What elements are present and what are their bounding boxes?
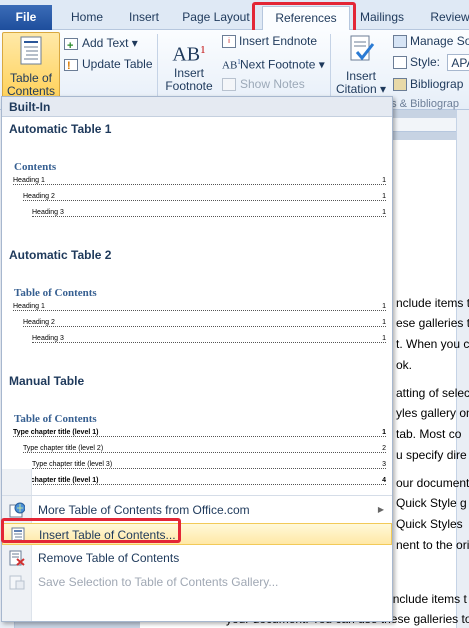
toc-preview-line: Type chapter title (level 1) 1 bbox=[13, 429, 386, 437]
next-footnote-icon: AB1 bbox=[222, 58, 241, 72]
doc-line: ese galleries to bbox=[396, 316, 469, 330]
doc-line: ok. bbox=[396, 358, 413, 372]
insert-citation-button[interactable]: Insert Citation ▾ bbox=[334, 34, 388, 96]
toc-preview-line: Type chapter title (level 3) 3 bbox=[32, 461, 386, 469]
show-notes-icon bbox=[222, 78, 236, 92]
toc-preview-line: Heading 21 bbox=[23, 319, 386, 327]
toc-preview-title: Table of Contents bbox=[14, 413, 97, 425]
style-label: Style: bbox=[410, 55, 441, 69]
remove-toc-item[interactable]: Remove Table of Contents bbox=[2, 547, 392, 569]
manage-sources-label: Manage So bbox=[410, 34, 469, 48]
built-in-header: Built-In bbox=[2, 97, 392, 117]
bibliography-icon bbox=[393, 78, 407, 92]
update-table-button[interactable]: ! Update Table bbox=[64, 54, 153, 74]
footnote-icon: AB1 bbox=[172, 43, 206, 66]
update-table-icon: ! bbox=[64, 58, 78, 72]
ribbon-tab-bar: File Home Insert Page Layout References … bbox=[0, 0, 469, 30]
insert-endnote-label: Insert Endnote bbox=[239, 34, 318, 48]
add-text-button[interactable]: + Add Text ▾ bbox=[64, 33, 138, 53]
toc-preview-line: Type chapter title (level 2) 2 bbox=[23, 445, 386, 453]
style-selector[interactable]: Style: APA bbox=[393, 52, 469, 72]
tab-references[interactable]: References bbox=[262, 6, 350, 30]
doc-line: u specify dire bbox=[396, 448, 467, 462]
submenu-arrow-icon: ▶ bbox=[377, 505, 384, 514]
menu-item-label: Save Selection to Table of Contents Gall… bbox=[38, 575, 279, 589]
update-table-label: Update Table bbox=[82, 57, 153, 71]
insert-footnote-label-2: Footnote bbox=[165, 79, 213, 93]
bibliography-button[interactable]: Bibliograp bbox=[393, 74, 463, 94]
gallery-title: Manual Table bbox=[9, 374, 85, 388]
tab-insert[interactable]: Insert bbox=[118, 6, 170, 30]
tab-review[interactable]: Review bbox=[426, 6, 469, 30]
table-of-contents-icon bbox=[20, 36, 42, 65]
doc-line: nent to the orig bbox=[396, 538, 469, 552]
doc-line: nclude items t bbox=[396, 296, 469, 310]
menu-item-label: Insert Table of Contents... bbox=[39, 528, 176, 542]
more-toc-from-office-item[interactable]: More Table of Contents from Office.com ▶ bbox=[2, 499, 392, 521]
show-notes-button[interactable]: Show Notes bbox=[222, 74, 305, 94]
doc-line: Quick Styles bbox=[396, 517, 463, 531]
toc-preview-line: Heading 31 bbox=[32, 335, 386, 343]
office-online-icon bbox=[9, 502, 25, 518]
menu-item-label: More Table of Contents from Office.com bbox=[38, 503, 250, 517]
add-text-icon: + bbox=[64, 37, 78, 52]
insert-citation-icon bbox=[350, 35, 375, 61]
tab-page-layout[interactable]: Page Layout bbox=[178, 6, 254, 30]
toc-preview-line: Heading 11 bbox=[13, 303, 386, 311]
toc-preview-line: Heading 11 bbox=[13, 177, 386, 185]
next-footnote-label: Next Footnote ▾ bbox=[240, 57, 325, 72]
menu-item-label: Remove Table of Contents bbox=[38, 551, 180, 565]
insert-toc-icon bbox=[11, 527, 25, 543]
menu-icon-strip bbox=[2, 469, 32, 621]
remove-toc-icon bbox=[9, 550, 25, 566]
toc-preview-line: Heading 31 bbox=[32, 209, 386, 217]
bibliography-label: Bibliograp bbox=[410, 77, 464, 91]
tab-file[interactable]: File bbox=[0, 5, 52, 30]
tab-home[interactable]: Home bbox=[58, 6, 116, 30]
toc-preview-title: Contents bbox=[14, 161, 57, 173]
doc-line: yles gallery on bbox=[396, 406, 469, 420]
gallery-title: Automatic Table 1 bbox=[9, 122, 112, 136]
show-notes-label: Show Notes bbox=[240, 77, 305, 91]
citations-group-label: ns & Bibliograp bbox=[385, 98, 459, 110]
table-of-contents-dropdown: Built-In Automatic Table 1 Contents Head… bbox=[1, 96, 393, 622]
gallery-title: Automatic Table 2 bbox=[9, 248, 112, 262]
next-footnote-button[interactable]: AB1Next Footnote ▾ bbox=[222, 52, 325, 72]
insert-citation-label-2: Citation ▾ bbox=[335, 82, 387, 96]
manage-sources-icon bbox=[393, 35, 407, 49]
doc-line: our document bbox=[396, 476, 469, 490]
toc-preview-title: Table of Contents bbox=[14, 287, 97, 299]
doc-line: atting of selec bbox=[396, 386, 469, 400]
insert-endnote-button[interactable]: i Insert Endnote bbox=[222, 31, 317, 51]
insert-toc-item[interactable]: Insert Table of Contents... bbox=[2, 523, 392, 545]
doc-line: t. When you c bbox=[396, 337, 469, 351]
toc-preview-line: Type chapter title (level 1) 4 bbox=[13, 477, 386, 485]
doc-line: Quick Style g bbox=[396, 496, 467, 510]
toc-preview-line: Heading 21 bbox=[23, 193, 386, 201]
doc-line: tab. Most co bbox=[396, 427, 462, 441]
menu-separator bbox=[2, 495, 392, 496]
style-value[interactable]: APA bbox=[447, 54, 469, 72]
endnote-icon: i bbox=[222, 35, 236, 49]
save-to-gallery-icon bbox=[9, 575, 25, 590]
table-of-contents-button[interactable]: Table of Contents ▾ bbox=[2, 32, 60, 111]
add-text-label: Add Text ▾ bbox=[82, 36, 138, 50]
manage-sources-button[interactable]: Manage So bbox=[393, 31, 469, 51]
save-selection-to-gallery-item[interactable]: Save Selection to Table of Contents Gall… bbox=[2, 571, 392, 593]
insert-footnote-button[interactable]: AB1 Insert Footnote bbox=[160, 36, 218, 93]
style-icon bbox=[393, 56, 407, 70]
tab-mailings[interactable]: Mailings bbox=[354, 6, 410, 30]
